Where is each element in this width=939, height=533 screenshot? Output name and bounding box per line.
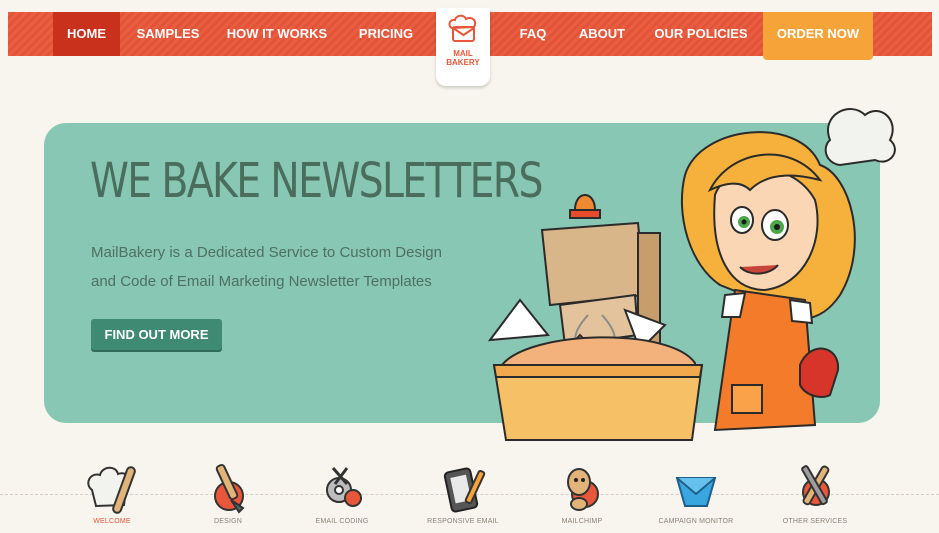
feature-other-services[interactable]: OTHER SERVICES — [765, 460, 865, 525]
chef-hat-rolling-pin-icon — [87, 466, 136, 514]
feature-welcome[interactable]: WELCOME — [62, 460, 162, 525]
feature-label-responsive-email: RESPONSIVE EMAIL — [427, 518, 499, 525]
tools-icon — [801, 465, 830, 506]
order-now-button[interactable]: ORDER NOW — [763, 12, 873, 60]
chef-hat-envelope-icon — [448, 14, 477, 42]
feature-email-coding[interactable]: EMAIL CODING — [292, 460, 392, 525]
logo-text-bakery: BAKERY — [446, 58, 480, 67]
phone-pencil-icon — [443, 467, 486, 513]
feature-responsive-email[interactable]: RESPONSIVE EMAIL — [413, 460, 513, 525]
hero-description-line-2: and Code of Email Marketing Newsletter T… — [91, 273, 432, 290]
feature-label-campaign-monitor: CAMPAIGN MONITOR — [658, 518, 734, 525]
feature-label-mailchimp: MAILCHIMP — [561, 518, 603, 525]
feature-design[interactable]: DESIGN — [178, 460, 278, 525]
campaign-monitor-icon — [675, 477, 717, 507]
feature-mailchimp[interactable]: MAILCHIMP — [532, 460, 632, 525]
nav-pricing[interactable]: PRICING — [344, 12, 428, 56]
feature-label-email-coding: EMAIL CODING — [315, 518, 369, 525]
nav-samples[interactable]: SAMPLES — [126, 12, 210, 56]
feature-label-welcome: WELCOME — [93, 518, 131, 525]
logo-text-mail: MAIL — [453, 49, 473, 58]
feature-campaign-monitor[interactable]: CAMPAIGN MONITOR — [646, 460, 746, 525]
nav-home[interactable]: HOME — [53, 12, 120, 56]
paintbrush-icon — [214, 463, 245, 514]
mailchimp-icon — [567, 468, 599, 511]
baker-mascot-illustration — [487, 108, 896, 441]
nav-about[interactable]: ABOUT — [568, 12, 636, 56]
nav-faq[interactable]: FAQ — [508, 12, 558, 56]
gears-scissors-icon — [326, 467, 362, 507]
feature-label-design: DESIGN — [213, 518, 243, 525]
hero-description-line-1: MailBakery is a Dedicated Service to Cus… — [91, 244, 442, 261]
find-out-more-button[interactable]: FIND OUT MORE — [91, 319, 222, 350]
mailbakery-logo[interactable]: MAIL BAKERY — [436, 8, 490, 86]
feature-label-other-services: OTHER SERVICES — [782, 518, 848, 525]
nav-our-policies[interactable]: OUR POLICIES — [644, 12, 758, 56]
nav-how-it-works[interactable]: HOW IT WORKS — [218, 12, 336, 56]
